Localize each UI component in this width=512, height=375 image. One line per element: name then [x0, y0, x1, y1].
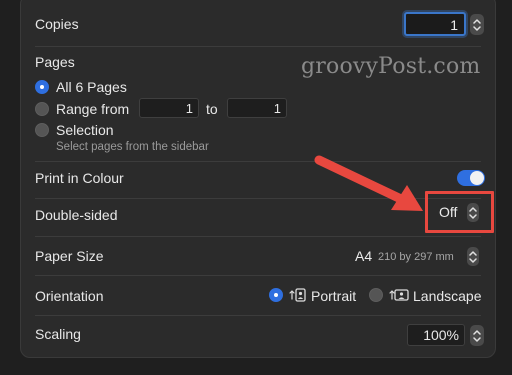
selection-label: Selection: [56, 122, 114, 138]
print-options-panel: Copies 1 Pages groovyPost.com All 6 Page…: [20, 0, 496, 358]
watermark: groovyPost.com: [301, 54, 481, 79]
print-in-colour-label: Print in Colour: [35, 170, 124, 186]
chevron-up-down-icon: [473, 329, 481, 342]
scaling-stepper[interactable]: [470, 325, 484, 346]
radio-range[interactable]: [35, 102, 49, 116]
radio-landscape[interactable]: [369, 288, 383, 302]
portrait-orientation-icon: [289, 288, 306, 302]
copies-stepper[interactable]: [470, 14, 484, 35]
selection-hint: Select pages from the sidebar: [56, 141, 209, 153]
annotation-arrow-icon: [314, 155, 423, 211]
range-from-input[interactable]: 1: [139, 98, 199, 118]
paper-size-label: Paper Size: [35, 248, 104, 264]
landscape-label: Landscape: [413, 288, 482, 304]
print-in-colour-toggle[interactable]: [457, 170, 485, 186]
radio-selection[interactable]: [35, 123, 49, 137]
copies-input[interactable]: 1: [404, 12, 466, 36]
double-sided-label: Double-sided: [35, 207, 118, 223]
scaling-label: Scaling: [35, 326, 81, 342]
copies-label: Copies: [35, 16, 79, 32]
chevron-up-down-icon: [469, 250, 477, 263]
range-to-label: to: [206, 101, 218, 117]
range-to-input[interactable]: 1: [227, 98, 287, 118]
all-pages-label: All 6 Pages: [56, 79, 127, 95]
paper-size-popup[interactable]: [467, 247, 479, 266]
range-from-label: Range from: [56, 101, 130, 117]
orientation-label: Orientation: [35, 288, 104, 304]
annotation-highlight-box: [425, 191, 494, 233]
paper-size-detail: 210 by 297 mm: [378, 251, 454, 263]
paper-size-value[interactable]: A4: [355, 248, 372, 264]
radio-all-pages[interactable]: [35, 80, 49, 94]
chevron-up-down-icon: [473, 18, 481, 31]
portrait-label: Portrait: [311, 288, 357, 304]
radio-portrait[interactable]: [269, 288, 283, 302]
landscape-orientation-icon: [389, 289, 409, 301]
pages-label: Pages: [35, 54, 75, 70]
scaling-input[interactable]: 100%: [407, 324, 465, 346]
